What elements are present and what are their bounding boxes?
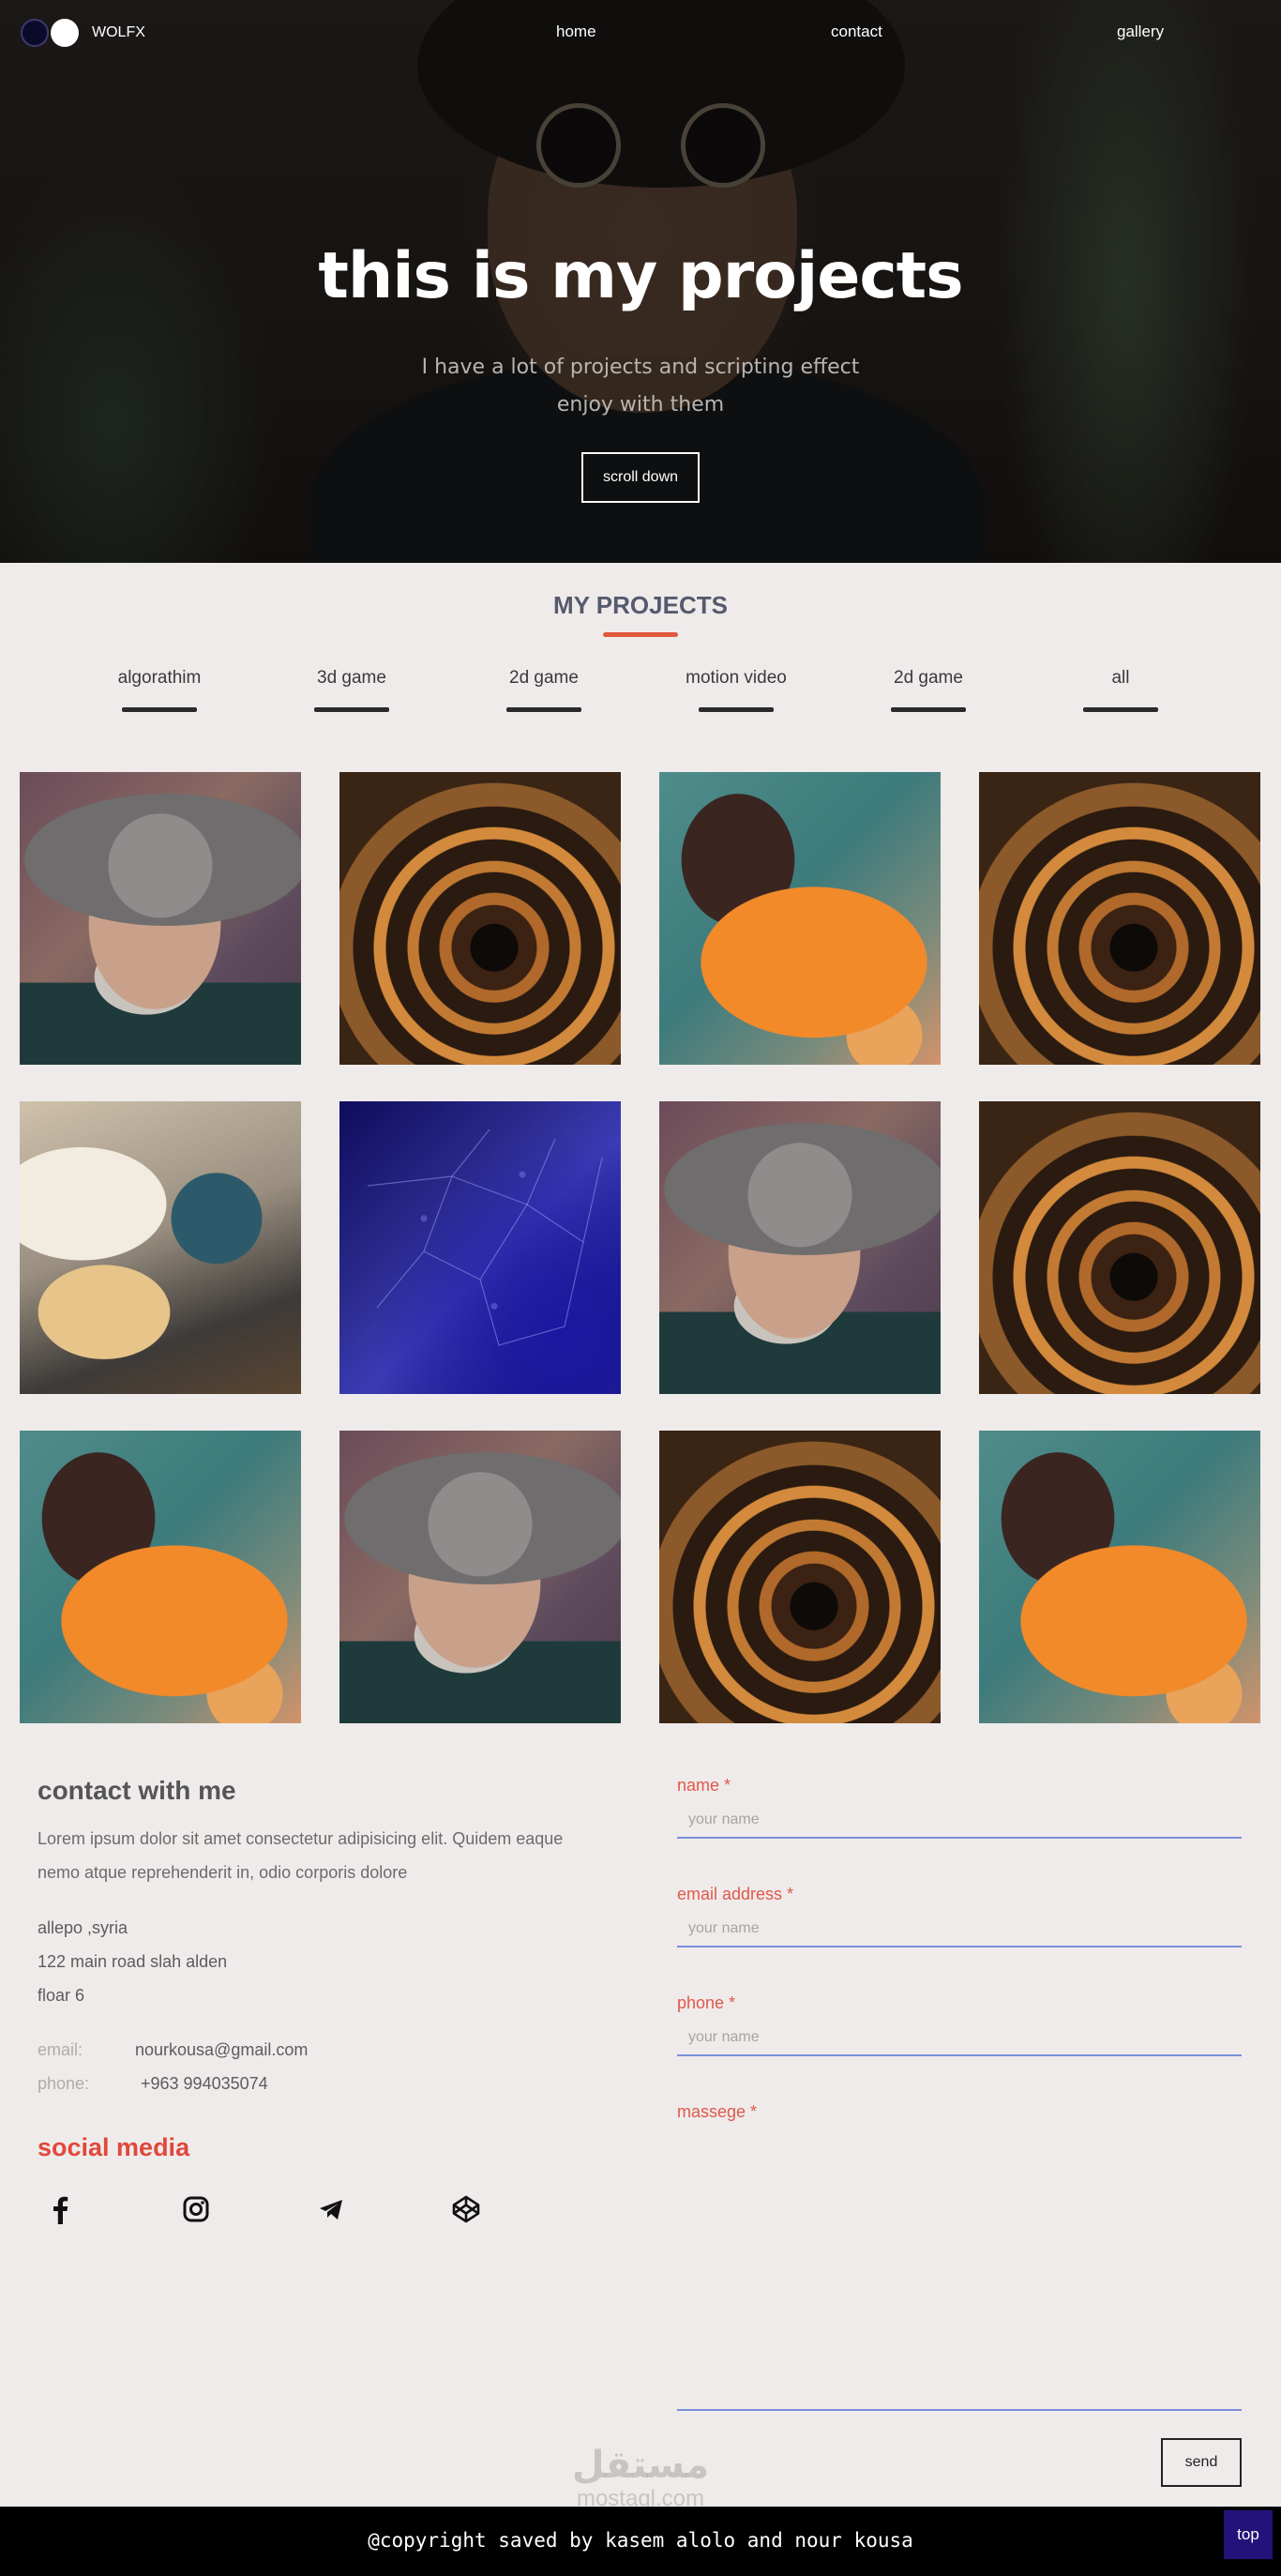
projects-title-underline <box>603 632 678 637</box>
contact-email-row: email: nourkousa@gmail.com <box>38 2040 308 2060</box>
top-nav: WOLFX home contact gallery <box>0 0 1281 64</box>
filter-underline <box>122 707 197 712</box>
project-tile-man[interactable] <box>339 1431 621 1723</box>
hero-subtitle-line-1: I have a lot of projects and scripting e… <box>421 356 860 379</box>
name-label: name * <box>677 1776 731 1795</box>
filter-underline <box>699 707 774 712</box>
contact-title: contact with me <box>38 1776 236 1805</box>
hero-subtitle-line-2: enjoy with them <box>556 393 725 417</box>
filter-underline <box>1083 707 1158 712</box>
filter-motion-video[interactable]: motion video <box>661 668 811 712</box>
project-tile-stair[interactable] <box>339 772 621 1065</box>
telegram-icon[interactable] <box>314 2192 348 2226</box>
nav-home-link[interactable]: home <box>556 23 596 41</box>
phone-label: phone: <box>38 2074 90 2093</box>
hero-title: this is my projects <box>318 239 963 313</box>
nav-contact-link[interactable]: contact <box>831 23 882 41</box>
footer: @copyright saved by kasem alolo and nour… <box>0 2507 1281 2576</box>
facebook-icon[interactable] <box>44 2192 78 2226</box>
project-tile-butterfly[interactable] <box>20 1431 301 1723</box>
phone-field-label: phone * <box>677 1993 736 2012</box>
project-tile-butterfly[interactable] <box>979 1431 1260 1723</box>
filter-2d-game-2[interactable]: 2d game <box>853 668 1003 712</box>
filter-label: 3d game <box>317 668 386 688</box>
filter-label: motion video <box>686 668 787 688</box>
filter-label: all <box>1111 668 1130 688</box>
phone-field[interactable] <box>677 2021 1242 2056</box>
message-textarea[interactable] <box>677 2131 1242 2411</box>
filter-underline <box>314 707 389 712</box>
scroll-down-button[interactable]: scroll down <box>581 452 700 503</box>
email-address-label: email address * <box>677 1885 794 1903</box>
codepen-icon[interactable] <box>449 2192 483 2226</box>
project-tile-butterfly[interactable] <box>659 772 941 1065</box>
email-label: email: <box>38 2040 83 2059</box>
filter-label: 2d game <box>509 668 579 688</box>
filter-label: 2d game <box>894 668 963 688</box>
email-value[interactable]: nourkousa@gmail.com <box>135 2040 308 2059</box>
filter-3d-game[interactable]: 3d game <box>277 668 427 712</box>
contact-phone-row: phone: +963 994035074 <box>38 2074 268 2094</box>
filter-2d-game[interactable]: 2d game <box>469 668 619 712</box>
contact-address: allepo ,syria 122 main road slah alden f… <box>38 1911 227 2012</box>
project-tile-man[interactable] <box>659 1101 941 1394</box>
logo-light-circle-icon <box>51 19 79 47</box>
name-field[interactable] <box>677 1803 1242 1839</box>
watermark-arabic: مستقل <box>571 2444 710 2487</box>
contact-description: Lorem ipsum dolor sit amet consectetur a… <box>38 1822 600 1889</box>
message-label: massege * <box>677 2102 758 2121</box>
mostaql-watermark: مستقل mostaql.com <box>563 2444 718 2511</box>
project-tile-man[interactable] <box>20 772 301 1065</box>
contact-description-line-2: nemo atque reprehenderit in, odio corpor… <box>38 1863 408 1882</box>
phone-value: +963 994035074 <box>141 2074 268 2093</box>
filter-underline <box>506 707 581 712</box>
filter-underline <box>891 707 966 712</box>
contact-description-line-1: Lorem ipsum dolor sit amet consectetur a… <box>38 1829 564 1848</box>
project-tile-stair[interactable] <box>979 772 1260 1065</box>
projects-title: MY PROJECTS <box>553 591 728 619</box>
back-to-top-button[interactable]: top <box>1224 2510 1273 2559</box>
filter-label: algorathim <box>117 668 202 688</box>
address-line-2: 122 main road slah alden <box>38 1952 228 1971</box>
project-tile-cake[interactable] <box>20 1101 301 1394</box>
address-line-3: floar 6 <box>38 1986 85 2005</box>
nav-gallery-link[interactable]: gallery <box>1117 23 1164 41</box>
hero-subtitle: I have a lot of projects and scripting e… <box>0 349 1281 424</box>
send-button[interactable]: send <box>1161 2438 1242 2487</box>
email-field[interactable] <box>677 1912 1242 1947</box>
address-line-1: allepo ,syria <box>38 1918 128 1937</box>
network-lines <box>367 1129 603 1346</box>
logo-text: WOLFX <box>92 24 145 40</box>
logo-dark-circle-icon <box>21 19 49 47</box>
copyright-text: @copyright saved by kasem alolo and nour… <box>368 2529 913 2552</box>
project-tile-stair[interactable] <box>659 1431 941 1723</box>
project-tile-stair[interactable] <box>979 1101 1260 1394</box>
project-tile-network[interactable] <box>339 1101 621 1394</box>
filter-all[interactable]: all <box>1046 668 1196 712</box>
logo[interactable]: WOLFX <box>21 19 145 47</box>
social-media-title: social media <box>38 2133 190 2161</box>
filter-algorathim[interactable]: algorathim <box>84 668 234 712</box>
instagram-icon[interactable] <box>179 2192 213 2226</box>
